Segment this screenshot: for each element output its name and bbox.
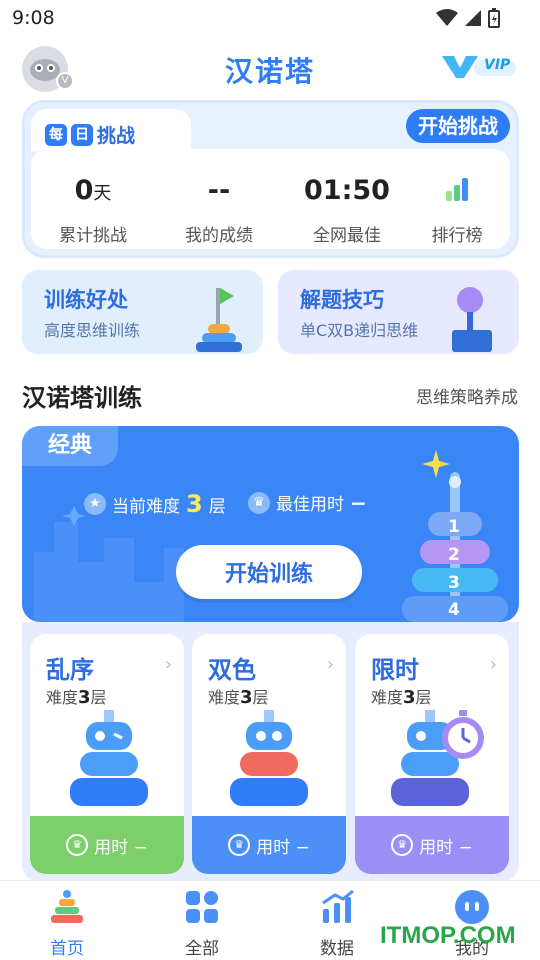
- bar-chart-icon: [322, 889, 354, 923]
- mode-timed-time: 用时 −: [419, 837, 473, 858]
- ring-label-3: 3: [448, 573, 460, 593]
- classic-mode-card[interactable]: 经典 ★ 当前难度 3 层 ♛ 最佳用时 − 开始训练 1 2 3 4: [22, 426, 519, 622]
- chevron-right-icon: ›: [326, 654, 334, 675]
- mode-dual-diff-value: 3: [240, 687, 253, 708]
- stat-my-score-label: 我的成绩: [185, 226, 253, 246]
- stat-my-score: -- 我的成绩: [159, 175, 279, 246]
- classic-tag: 经典: [22, 426, 118, 466]
- classic-difficulty-prefix: 当前难度: [112, 496, 180, 517]
- mode-card-dual-color[interactable]: 双色 › 难度3层 ♛ 用时 −: [192, 634, 346, 874]
- mode-dual-diff-suffix: 层: [252, 688, 269, 707]
- mode-shuffle-title: 乱序: [46, 656, 94, 684]
- classic-difficulty: ★ 当前难度 3 层: [84, 490, 226, 518]
- mode-timed-difficulty: 难度3层: [371, 684, 432, 708]
- start-training-button[interactable]: 开始训练: [176, 545, 362, 599]
- mode-dual-footer: ♛ 用时 −: [192, 816, 346, 874]
- grid-icon: [186, 891, 218, 923]
- start-challenge-button[interactable]: 开始挑战: [406, 109, 510, 143]
- mode-timed-title: 限时: [371, 656, 419, 684]
- daily-challenge-card: 每 日 挑战 开始挑战 0天 累计挑战 -- 我的成绩 01:50 全网最佳 排…: [22, 100, 519, 258]
- leaderboard-icon: [446, 178, 468, 201]
- daily-chip-ri: 日: [71, 123, 93, 146]
- tip-card-benefits[interactable]: 训练好处 高度思维训练: [22, 270, 263, 354]
- nav-data-label: 数据: [320, 939, 354, 959]
- mode-timed-footer: ♛ 用时 −: [355, 816, 509, 874]
- nav-data[interactable]: 数据: [287, 889, 387, 959]
- mode-timed-diff-suffix: 层: [415, 688, 432, 707]
- chevron-right-icon: ›: [489, 654, 497, 675]
- joystick-icon: [452, 287, 492, 352]
- daily-tab: 每 日 挑战: [31, 109, 191, 151]
- nav-all[interactable]: 全部: [152, 889, 252, 959]
- ring-label-1: 1: [448, 517, 460, 537]
- vip-label: VIP: [484, 57, 511, 73]
- ring-label-4: 4: [448, 600, 460, 620]
- watermark: ITMOP.COM: [380, 922, 516, 949]
- mini-tower-icon: [196, 288, 242, 352]
- battery-icon: [488, 8, 500, 28]
- mode-shuffle-time: 用时 −: [94, 837, 148, 858]
- mode-shuffle-footer: ♛ 用时 −: [30, 816, 184, 874]
- classic-best-time: ♛ 最佳用时 −: [248, 490, 367, 515]
- mode-shuffle-diff-value: 3: [78, 687, 91, 708]
- chevron-right-icon: ›: [164, 654, 172, 675]
- tip-card-techniques[interactable]: 解题技巧 单C双B递归思维: [278, 270, 519, 354]
- nav-home-label: 首页: [50, 939, 84, 959]
- star-icon: ★: [84, 493, 106, 515]
- section-subtitle: 思维策略养成: [416, 388, 518, 408]
- stat-total-days-value: 0: [74, 175, 94, 206]
- crown-icon: ♛: [66, 834, 89, 856]
- nav-home[interactable]: 首页: [17, 889, 117, 959]
- crown-icon: ♛: [391, 834, 414, 856]
- section-title: 汉诺塔训练: [22, 384, 142, 412]
- crown-icon: ♛: [228, 834, 251, 856]
- mode-dual-diff-prefix: 难度: [208, 688, 241, 707]
- robot-tower-illustration: [70, 710, 148, 806]
- vip-button[interactable]: VIP: [440, 52, 520, 80]
- tip-benefits-subtitle: 高度思维训练: [44, 321, 141, 340]
- stat-my-score-value: --: [207, 175, 231, 206]
- daily-chip-mei: 每: [45, 123, 67, 146]
- stat-global-best-label: 全网最佳: [313, 226, 381, 246]
- classic-best-value: −: [350, 490, 367, 515]
- mode-dual-difficulty: 难度3层: [208, 684, 269, 708]
- mode-timed-diff-prefix: 难度: [371, 688, 404, 707]
- mode-timed-diff-value: 3: [403, 687, 416, 708]
- mode-card-timed[interactable]: 限时 › 难度3层 ♛ 用时 −: [355, 634, 509, 874]
- stat-global-best: 01:50 全网最佳: [287, 175, 407, 246]
- classic-difficulty-value: 3: [186, 490, 203, 518]
- crown-icon: ♛: [248, 491, 270, 514]
- robot-tower-illustration: [230, 710, 308, 806]
- status-time: 9:08: [12, 7, 55, 29]
- nav-all-label: 全部: [185, 939, 219, 959]
- leaderboard-label: 排行榜: [431, 226, 483, 246]
- tip-benefits-title: 训练好处: [44, 288, 128, 312]
- stat-total-days: 0天 累计挑战: [33, 175, 153, 246]
- home-tower-icon: [51, 890, 83, 923]
- classic-difficulty-suffix: 层: [208, 496, 226, 517]
- ring-label-2: 2: [448, 545, 460, 565]
- classic-best-prefix: 最佳用时: [276, 495, 344, 515]
- mode-card-shuffle[interactable]: 乱序 › 难度3层 ♛ 用时 −: [30, 634, 184, 874]
- tip-techniques-title: 解题技巧: [300, 288, 384, 312]
- daily-title: 挑战: [97, 125, 136, 147]
- stat-total-days-label: 累计挑战: [59, 226, 127, 246]
- mode-shuffle-diff-suffix: 层: [90, 688, 107, 707]
- mode-dual-title: 双色: [208, 656, 256, 684]
- mode-dual-time: 用时 −: [256, 837, 310, 858]
- leaderboard-button[interactable]: 排行榜: [397, 175, 517, 246]
- signal-icon: [465, 10, 481, 26]
- tip-techniques-subtitle: 单C双B递归思维: [300, 321, 419, 340]
- stopwatch-icon: [442, 710, 484, 759]
- status-bar: 9:08: [0, 0, 540, 36]
- stat-global-best-value: 01:50: [304, 175, 390, 206]
- wifi-icon: [436, 9, 458, 26]
- mode-shuffle-difficulty: 难度3层: [46, 684, 107, 708]
- stat-total-days-unit: 天: [93, 183, 112, 204]
- profile-icon: [455, 890, 489, 924]
- mode-shuffle-diff-prefix: 难度: [46, 688, 79, 707]
